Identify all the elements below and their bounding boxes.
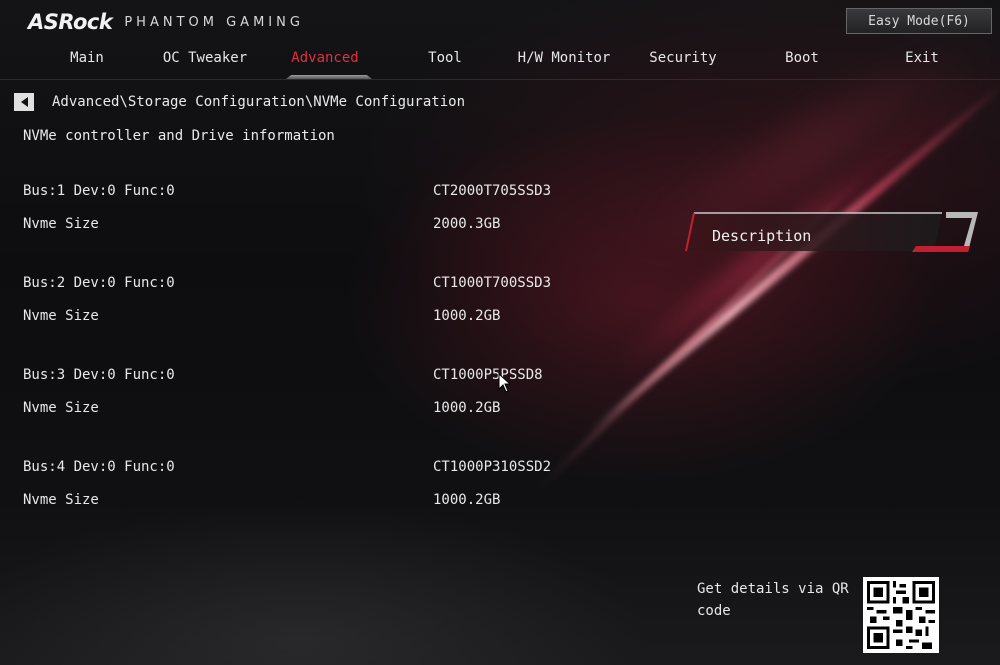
brand-logo: ASRock PHANTOM GAMING bbox=[28, 10, 304, 34]
phantom-gaming-logo: PHANTOM GAMING bbox=[124, 14, 304, 30]
tab-main[interactable]: Main bbox=[46, 50, 128, 74]
qr-caption: Get details via QR code bbox=[697, 581, 849, 619]
easy-mode-button[interactable]: Easy Mode(F6) bbox=[846, 8, 992, 34]
tab-oc-tweaker[interactable]: OC Tweaker bbox=[150, 50, 260, 74]
description-title: Description bbox=[712, 227, 812, 245]
back-button[interactable] bbox=[14, 93, 34, 111]
drive-bus-label[interactable]: Bus:3 Dev:0 Func:0 bbox=[23, 367, 175, 383]
drive-bus-label[interactable]: Bus:1 Dev:0 Func:0 bbox=[23, 183, 175, 199]
drive-model: CT2000T705SSD3 bbox=[433, 183, 552, 199]
drive-size: 1000.2GB bbox=[433, 400, 501, 416]
qr-code-icon bbox=[863, 577, 939, 653]
description-panel: Description bbox=[684, 212, 980, 252]
drive-bus-label[interactable]: Bus:4 Dev:0 Func:0 bbox=[23, 459, 175, 475]
drive-size: 1000.2GB bbox=[433, 308, 501, 324]
tab-tool[interactable]: Tool bbox=[404, 50, 486, 74]
drive-size-label[interactable]: Nvme Size bbox=[23, 492, 99, 508]
mouse-cursor-icon bbox=[498, 373, 512, 393]
drive-size-label[interactable]: Nvme Size bbox=[23, 308, 99, 324]
section-title: NVMe controller and Drive information bbox=[23, 128, 335, 144]
drive-size-label[interactable]: Nvme Size bbox=[23, 400, 99, 416]
back-arrow-icon bbox=[20, 97, 28, 107]
tab-hw-monitor[interactable]: H/W Monitor bbox=[508, 50, 620, 74]
drive-size: 1000.2GB bbox=[433, 492, 501, 508]
breadcrumb: Advanced\Storage Configuration\NVMe Conf… bbox=[52, 94, 466, 110]
drive-bus-label[interactable]: Bus:2 Dev:0 Func:0 bbox=[23, 275, 175, 291]
drive-model: CT1000P5PSSD8 bbox=[433, 367, 543, 383]
active-tab-indicator bbox=[286, 75, 372, 79]
tab-security[interactable]: Security bbox=[636, 50, 730, 74]
tab-boot[interactable]: Boot bbox=[762, 50, 842, 74]
main-menu-bar: Main OC Tweaker Advanced Tool H/W Monito… bbox=[0, 44, 1000, 80]
drive-size-label[interactable]: Nvme Size bbox=[23, 216, 99, 232]
asrock-logo: ASRock bbox=[28, 10, 113, 34]
drive-size: 2000.3GB bbox=[433, 216, 501, 232]
drive-model: CT1000P310SSD2 bbox=[433, 459, 552, 475]
tab-advanced[interactable]: Advanced bbox=[280, 50, 370, 74]
tab-exit[interactable]: Exit bbox=[882, 50, 962, 74]
drive-model: CT1000T700SSD3 bbox=[433, 275, 552, 291]
